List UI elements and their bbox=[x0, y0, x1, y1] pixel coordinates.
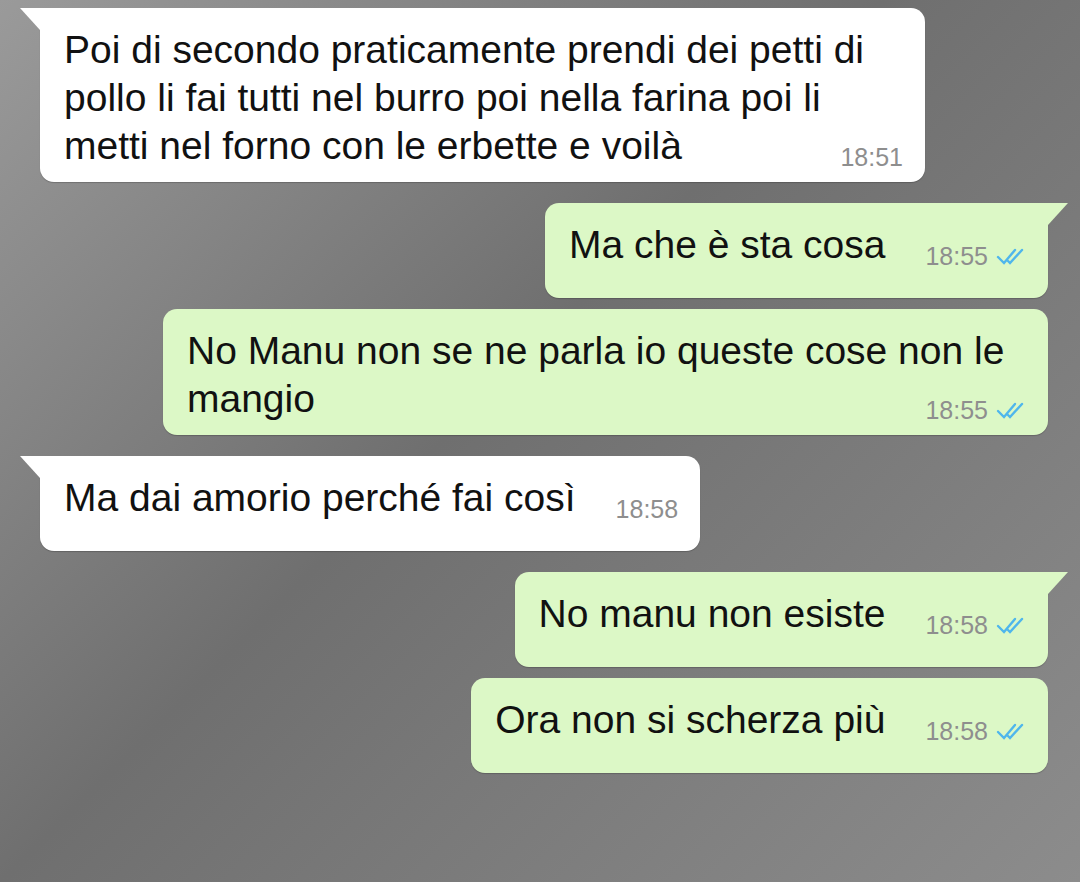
message-text: Poi di secondo praticamente prendi dei p… bbox=[64, 28, 875, 167]
message-meta: 18:58 bbox=[925, 610, 1026, 640]
message-time: 18:58 bbox=[925, 716, 988, 746]
message-text: No manu non esiste bbox=[539, 592, 886, 635]
message-row: Poi di secondo praticamente prendi dei p… bbox=[40, 8, 1048, 182]
incoming-message[interactable]: Ma dai amorio perché fai così 18:58 bbox=[40, 456, 700, 551]
message-meta: 18:58 bbox=[616, 494, 679, 524]
message-row: Ma dai amorio perché fai così 18:58 bbox=[40, 456, 1048, 551]
message-meta: 18:55 bbox=[925, 241, 1026, 271]
chat-background: Poi di secondo praticamente prendi dei p… bbox=[0, 0, 1080, 882]
double-check-icon bbox=[996, 615, 1026, 635]
message-row: No manu non esiste 18:58 bbox=[40, 572, 1048, 667]
message-text: Ma dai amorio perché fai così bbox=[64, 476, 576, 519]
message-meta: 18:51 bbox=[840, 142, 903, 172]
outgoing-message[interactable]: No manu non esiste 18:58 bbox=[515, 572, 1048, 667]
incoming-message[interactable]: Poi di secondo praticamente prendi dei p… bbox=[40, 8, 925, 182]
message-time: 18:58 bbox=[616, 494, 679, 524]
message-time: 18:51 bbox=[840, 142, 903, 172]
outgoing-message[interactable]: Ma che è sta cosa 18:55 bbox=[545, 203, 1048, 298]
message-row: No Manu non se ne parla io queste cose n… bbox=[40, 309, 1048, 435]
message-time: 18:58 bbox=[925, 610, 988, 640]
message-row: Ora non si scherza più 18:58 bbox=[40, 678, 1048, 773]
message-time: 18:55 bbox=[925, 241, 988, 271]
message-time: 18:55 bbox=[925, 395, 988, 425]
message-text: Ora non si scherza più bbox=[495, 698, 885, 741]
double-check-icon bbox=[996, 400, 1026, 420]
outgoing-message[interactable]: Ora non si scherza più 18:58 bbox=[471, 678, 1048, 773]
message-meta: 18:55 bbox=[925, 395, 1026, 425]
message-text: Ma che è sta cosa bbox=[569, 223, 886, 266]
outgoing-message[interactable]: No Manu non se ne parla io queste cose n… bbox=[163, 309, 1048, 435]
double-check-icon bbox=[996, 721, 1026, 741]
double-check-icon bbox=[996, 246, 1026, 266]
message-meta: 18:58 bbox=[925, 716, 1026, 746]
message-row: Ma che è sta cosa 18:55 bbox=[40, 203, 1048, 298]
message-text: No Manu non se ne parla io queste cose n… bbox=[187, 329, 1015, 420]
